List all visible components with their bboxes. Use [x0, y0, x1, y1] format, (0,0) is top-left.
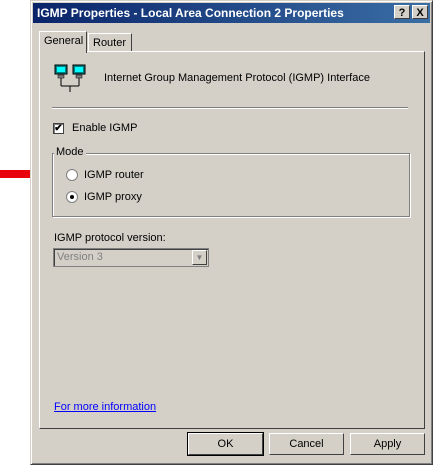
cancel-button[interactable]: Cancel — [269, 433, 344, 455]
help-button[interactable]: ? — [394, 5, 410, 19]
igmp-proxy-label: IGMP proxy — [84, 191, 142, 203]
chevron-down-icon[interactable]: ▼ — [192, 250, 207, 265]
header-separator — [52, 107, 408, 109]
window-title: IGMP Properties - Local Area Connection … — [37, 6, 344, 20]
igmp-properties-dialog: IGMP Properties - Local Area Connection … — [30, 0, 433, 465]
general-tab-panel: Internet Group Management Protocol (IGMP… — [39, 51, 425, 429]
enable-igmp-label: Enable IGMP — [72, 122, 138, 134]
ok-button[interactable]: OK — [187, 432, 264, 456]
igmp-router-label: IGMP router — [84, 169, 144, 181]
title-bar[interactable]: IGMP Properties - Local Area Connection … — [33, 3, 430, 23]
igmp-version-select[interactable]: Version 3 ▼ — [53, 248, 209, 267]
tab-general-label: General — [44, 35, 84, 47]
igmp-version-value: Version 3 — [57, 251, 103, 263]
header-text: Internet Group Management Protocol (IGMP… — [104, 72, 370, 84]
tab-router-label: Router — [93, 37, 127, 49]
enable-igmp-checkbox[interactable]: ✔ — [53, 123, 64, 134]
network-interface-icon — [54, 64, 86, 92]
close-button[interactable]: X — [412, 5, 428, 19]
igmp-version-label: IGMP protocol version: — [54, 232, 166, 244]
igmp-proxy-radio[interactable] — [66, 191, 78, 203]
tab-router[interactable]: Router — [88, 33, 132, 53]
apply-button[interactable]: Apply — [350, 433, 425, 455]
more-info-link[interactable]: For more information — [54, 401, 156, 413]
tab-general[interactable]: General — [39, 31, 87, 53]
mode-groupbox — [52, 153, 410, 217]
mode-legend: Mode — [54, 146, 86, 158]
igmp-router-radio[interactable] — [66, 169, 78, 181]
